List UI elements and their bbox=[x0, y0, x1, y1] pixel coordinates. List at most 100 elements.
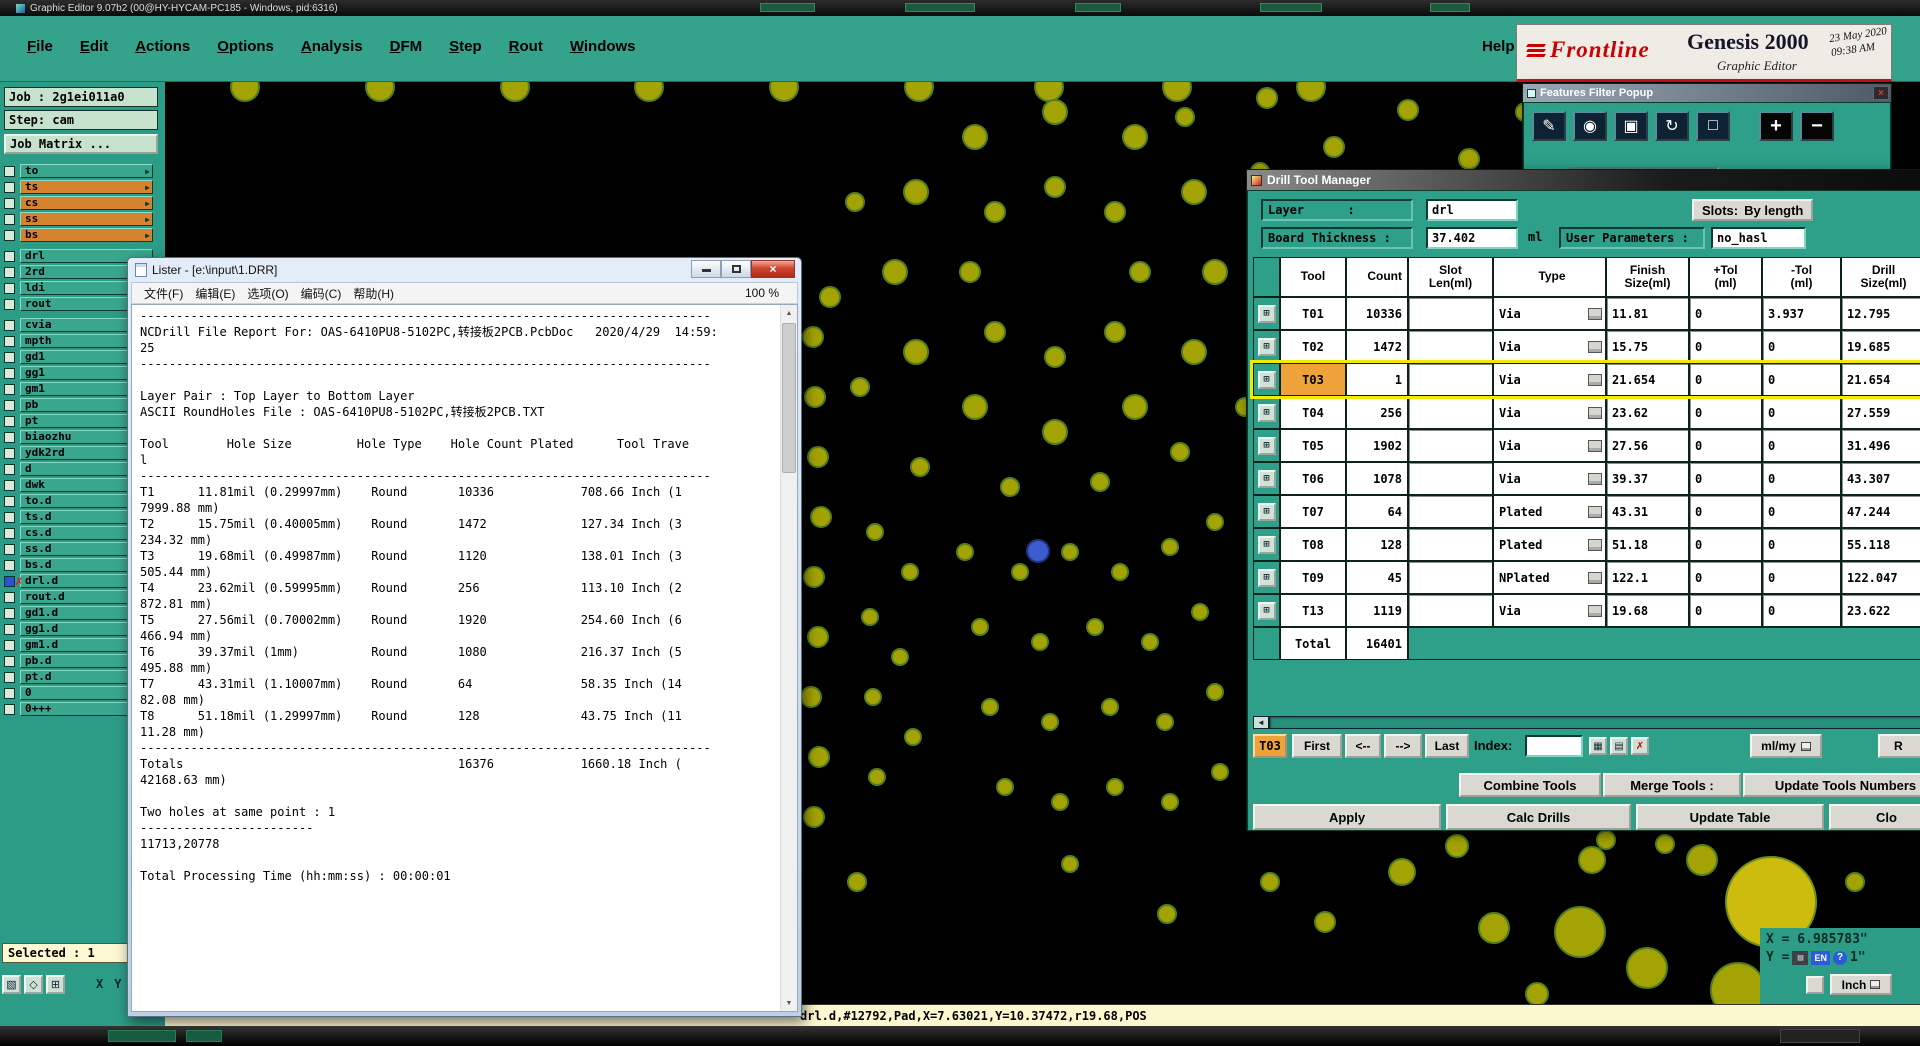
last-button[interactable]: Last bbox=[1425, 734, 1469, 758]
app-titlebar[interactable]: Graphic Editor 9.07b2 (00@HY-HYCAM-PC185… bbox=[0, 0, 1920, 16]
drill-size-field[interactable]: 23.622 bbox=[1841, 594, 1920, 627]
layer-checkbox[interactable] bbox=[4, 687, 15, 699]
dtm-horizontal-scrollbar[interactable]: ◄ bbox=[1253, 716, 1920, 729]
minus-tol-field[interactable]: 0 bbox=[1762, 561, 1841, 594]
drill-size-field[interactable]: 43.307 bbox=[1841, 462, 1920, 495]
drill-size-field[interactable]: 12.795 bbox=[1841, 297, 1920, 330]
tool-type[interactable]: Via bbox=[1493, 396, 1606, 429]
plus-tol-field[interactable]: 0 bbox=[1689, 429, 1762, 462]
rotate-icon[interactable]: ↻ bbox=[1655, 111, 1689, 141]
layer-field[interactable]: drl bbox=[1426, 199, 1518, 221]
lister-menu-item[interactable]: 编码(C) bbox=[301, 287, 342, 301]
tool-type[interactable]: Via bbox=[1493, 594, 1606, 627]
tool-edit-icon[interactable]: ⊞ bbox=[1257, 502, 1276, 521]
dtm-titlebar[interactable]: Drill Tool Manager bbox=[1247, 170, 1920, 190]
taskbar-tray[interactable] bbox=[1780, 1029, 1860, 1043]
layer-checkbox[interactable] bbox=[4, 431, 15, 443]
layer-checkbox[interactable] bbox=[4, 213, 15, 225]
plus-tol-field[interactable]: 0 bbox=[1689, 528, 1762, 561]
zoom-out-icon[interactable]: − bbox=[1800, 111, 1834, 141]
minus-tol-field[interactable]: 0 bbox=[1762, 429, 1841, 462]
drill-size-field[interactable]: 31.496 bbox=[1841, 429, 1920, 462]
layer-checkbox[interactable] bbox=[4, 383, 15, 395]
layer-checkbox[interactable] bbox=[4, 575, 15, 587]
report-icon[interactable]: ▤ bbox=[1610, 737, 1628, 755]
draw-line-icon[interactable]: ✎ bbox=[1532, 111, 1566, 141]
job-matrix-button[interactable]: Job Matrix ... bbox=[4, 134, 158, 154]
tool-type[interactable]: Plated bbox=[1493, 495, 1606, 528]
tool-edit-icon[interactable]: ⊞ bbox=[1257, 568, 1276, 587]
finish-size-field[interactable]: 21.654 bbox=[1606, 363, 1689, 396]
finish-size-field[interactable]: 43.31 bbox=[1606, 495, 1689, 528]
tool-id[interactable]: T06 bbox=[1280, 462, 1346, 495]
tool-edit-icon[interactable]: ⊞ bbox=[1257, 370, 1276, 389]
layer-checkbox[interactable] bbox=[4, 591, 15, 603]
layer-checkbox[interactable] bbox=[4, 266, 15, 278]
layer-checkbox[interactable] bbox=[4, 559, 15, 571]
user-parameters-field[interactable]: no_hasl bbox=[1711, 227, 1806, 249]
scroll-left-icon[interactable]: ◄ bbox=[1253, 716, 1269, 729]
slot-len-field[interactable] bbox=[1408, 396, 1493, 429]
prev-button[interactable]: <-- bbox=[1345, 734, 1381, 758]
layer-checkbox[interactable] bbox=[4, 447, 15, 459]
lister-scrollbar[interactable]: ▲ ▼ bbox=[780, 305, 797, 1011]
calc-drills-button[interactable]: Calc Drills bbox=[1446, 804, 1631, 830]
layer-checkbox[interactable] bbox=[4, 463, 15, 475]
finish-size-field[interactable]: 39.37 bbox=[1606, 462, 1689, 495]
tool-edit-icon[interactable]: ⊞ bbox=[1257, 436, 1276, 455]
menu-windows[interactable]: Windows bbox=[570, 38, 636, 55]
plus-tol-field[interactable]: 0 bbox=[1689, 495, 1762, 528]
layer-checkbox[interactable] bbox=[4, 282, 15, 294]
layer-checkbox[interactable] bbox=[4, 399, 15, 411]
lister-menu-item[interactable]: 编辑(E) bbox=[195, 287, 235, 301]
tool-edit-icon[interactable]: ⊞ bbox=[1257, 403, 1276, 422]
tool-edit-icon[interactable]: ⊞ bbox=[1257, 469, 1276, 488]
minus-tol-field[interactable]: 0 bbox=[1762, 396, 1841, 429]
finish-size-field[interactable]: 15.75 bbox=[1606, 330, 1689, 363]
layer-row-to[interactable]: to ▶ bbox=[0, 163, 165, 179]
tool-edit-icon[interactable]: ⊞ bbox=[1257, 337, 1276, 356]
finish-size-field[interactable]: 23.62 bbox=[1606, 396, 1689, 429]
tool-id[interactable]: T07 bbox=[1280, 495, 1346, 528]
type-dropdown-icon[interactable] bbox=[1588, 604, 1602, 617]
combine-tools-button[interactable]: Combine Tools bbox=[1459, 773, 1601, 797]
drill-size-field[interactable]: 27.559 bbox=[1841, 396, 1920, 429]
layer-checkbox[interactable] bbox=[4, 367, 15, 379]
layer-checkbox[interactable] bbox=[4, 298, 15, 310]
layer-checkbox[interactable] bbox=[4, 623, 15, 635]
plus-tol-field[interactable]: 0 bbox=[1689, 594, 1762, 627]
r-button-cut[interactable]: R bbox=[1878, 734, 1920, 758]
tool-edit-icon[interactable]: ⊞ bbox=[1257, 535, 1276, 554]
close-button[interactable]: Clo bbox=[1829, 804, 1920, 830]
tool-id[interactable]: T13 bbox=[1280, 594, 1346, 627]
filter-popup-titlebar[interactable]: Features Filter Popup × bbox=[1523, 84, 1891, 102]
tool-id[interactable]: T04 bbox=[1280, 396, 1346, 429]
pad-icon[interactable]: ◉ bbox=[1573, 111, 1607, 141]
layer-name[interactable]: ss ▶ bbox=[20, 212, 153, 226]
taskbar-item[interactable] bbox=[186, 1030, 222, 1042]
slot-len-field[interactable] bbox=[1408, 561, 1493, 594]
measure-tool-icon[interactable]: ◇ bbox=[24, 974, 43, 994]
layer-row-bs[interactable]: bs ▶ bbox=[0, 227, 165, 243]
tool-type[interactable]: Via bbox=[1493, 462, 1606, 495]
slot-len-field[interactable] bbox=[1408, 462, 1493, 495]
update-table-button[interactable]: Update Table bbox=[1636, 804, 1824, 830]
layer-row-cs[interactable]: cs ▶ bbox=[0, 195, 165, 211]
close-icon[interactable]: × bbox=[751, 260, 795, 278]
drill-size-field[interactable]: 21.654 bbox=[1841, 363, 1920, 396]
tool-edit-icon[interactable]: ⊞ bbox=[1257, 601, 1276, 620]
slot-len-field[interactable] bbox=[1408, 594, 1493, 627]
tool-id[interactable]: T08 bbox=[1280, 528, 1346, 561]
keyboard-icon[interactable]: ▤ bbox=[1792, 950, 1809, 965]
menu-options[interactable]: Options bbox=[217, 38, 274, 55]
plus-tol-field[interactable]: 0 bbox=[1689, 396, 1762, 429]
first-button[interactable]: First bbox=[1292, 734, 1342, 758]
language-badge[interactable]: EN bbox=[1811, 950, 1830, 965]
filter-popup-close-icon[interactable]: × bbox=[1873, 86, 1889, 100]
menu-edit[interactable]: Edit bbox=[80, 38, 108, 55]
tool-id[interactable]: T01 bbox=[1280, 297, 1346, 330]
minus-tol-field[interactable]: 3.937 bbox=[1762, 297, 1841, 330]
minus-tol-field[interactable]: 0 bbox=[1762, 363, 1841, 396]
layer-checkbox[interactable] bbox=[4, 250, 15, 262]
minus-tol-field[interactable]: 0 bbox=[1762, 528, 1841, 561]
